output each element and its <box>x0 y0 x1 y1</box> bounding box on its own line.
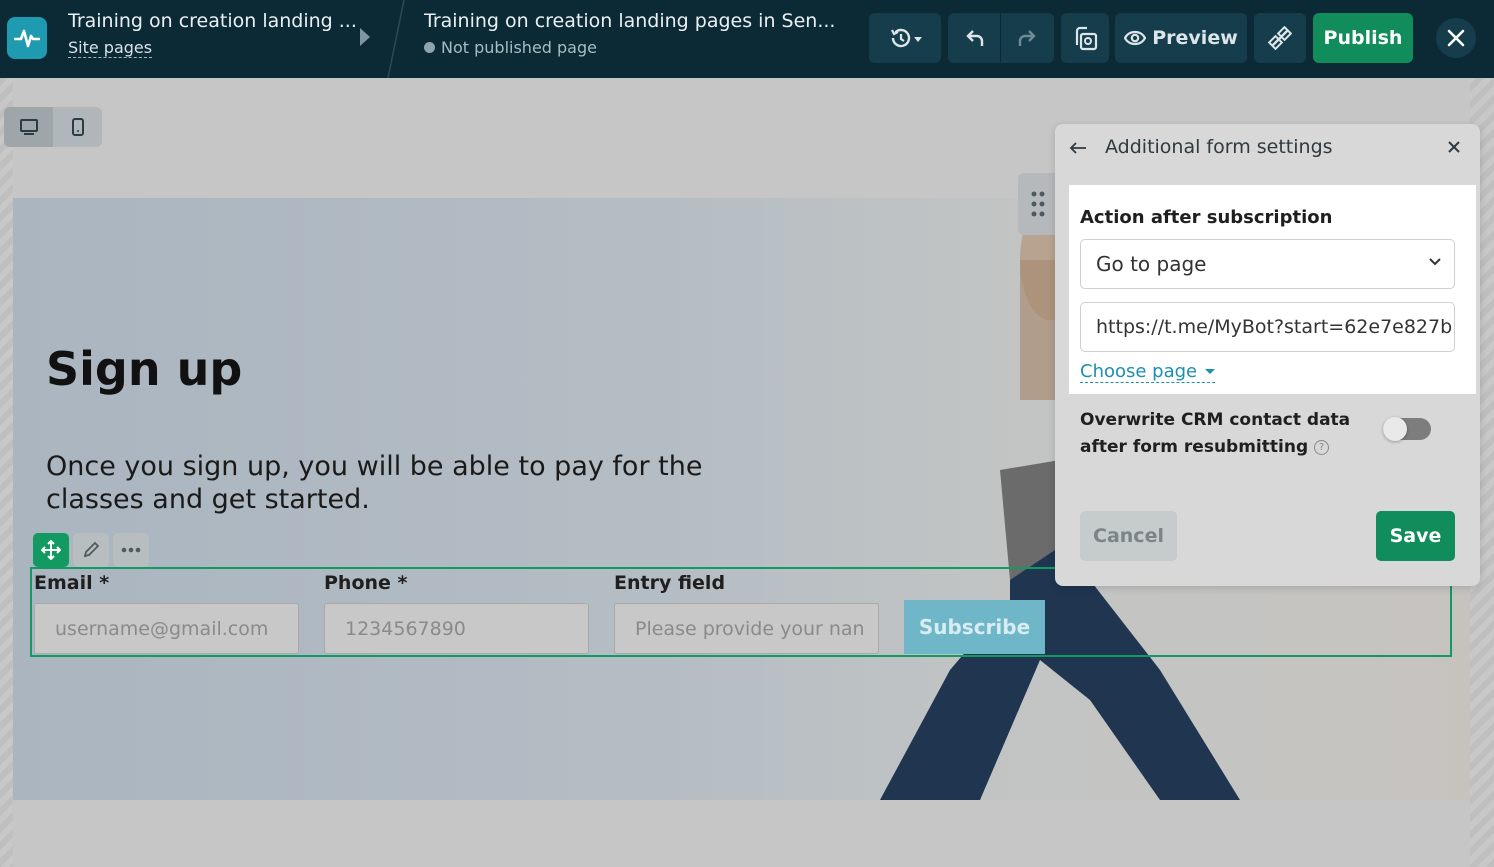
phone-label: Phone * <box>324 572 408 594</box>
publish-button[interactable]: Publish <box>1313 13 1413 63</box>
email-label: Email * <box>34 572 110 594</box>
action-select[interactable]: Go to page <box>1080 239 1455 289</box>
entry-field-label: Entry field <box>614 572 726 594</box>
copy-style-button[interactable] <box>1061 13 1109 63</box>
toggle-knob <box>1383 417 1407 441</box>
save-button[interactable]: Save <box>1376 511 1455 561</box>
overwrite-setting: Overwrite CRM contact data after form re… <box>1080 407 1370 461</box>
history-icon <box>891 28 922 48</box>
copy-style-icon <box>1075 26 1098 51</box>
eye-icon <box>1124 30 1147 46</box>
move-block-button[interactable] <box>33 533 69 567</box>
panel-title: Additional form settings <box>1105 136 1333 158</box>
signup-heading[interactable]: Sign up <box>46 342 242 396</box>
subscribe-button[interactable]: Subscribe <box>904 600 1045 654</box>
overwrite-label: Overwrite CRM contact data after form re… <box>1080 410 1351 457</box>
drag-handle-icon[interactable] <box>1018 173 1058 235</box>
site-title: Training on creation landing ... <box>68 10 357 32</box>
overwrite-toggle[interactable] <box>1383 417 1431 441</box>
action-selected-value: Go to page <box>1096 252 1207 276</box>
undo-icon <box>966 30 984 46</box>
help-icon[interactable]: ? <box>1314 439 1330 455</box>
redo-button[interactable] <box>1001 13 1054 63</box>
app-logo-icon[interactable] <box>7 17 47 59</box>
page-bottom-section <box>13 800 1470 867</box>
caret-down-icon <box>1205 369 1216 374</box>
form-toolbar <box>33 533 149 567</box>
redirect-url-input[interactable]: https://t.me/MyBot?start=62e7e827b <box>1080 302 1455 352</box>
design-tools-button[interactable] <box>1254 13 1306 63</box>
action-after-subscription-label: Action after subscription <box>1080 207 1333 228</box>
page-title: Training on creation landing pages in Se… <box>424 10 836 32</box>
entry-field[interactable]: Please provide your nan <box>614 603 879 654</box>
top-bar: Training on creation landing ... Site pa… <box>0 0 1494 78</box>
more-icon <box>121 547 141 553</box>
preview-button[interactable]: Preview <box>1115 13 1247 63</box>
email-field[interactable]: username@gmail.com <box>34 603 299 654</box>
close-icon <box>1447 29 1465 47</box>
site-breadcrumb: Training on creation landing ... Site pa… <box>68 10 358 58</box>
phone-field[interactable]: 1234567890 <box>324 603 589 654</box>
tools-icon <box>1268 26 1292 50</box>
pencil-icon <box>83 541 100 558</box>
undo-button[interactable] <box>948 13 1000 63</box>
panel-header: Additional form settings <box>1055 124 1480 170</box>
site-pages-link[interactable]: Site pages <box>68 38 153 58</box>
chevron-down-icon <box>1429 258 1441 266</box>
more-options-button[interactable] <box>113 533 149 567</box>
panel-close-icon[interactable] <box>1447 135 1461 159</box>
page-status-text: Not published page <box>441 38 597 57</box>
choose-page-label: Choose page <box>1080 361 1198 382</box>
mobile-view-button[interactable] <box>53 107 102 147</box>
desktop-icon <box>19 119 38 135</box>
history-button[interactable] <box>869 13 941 63</box>
page-breadcrumb: Training on creation landing pages in Se… <box>424 10 844 57</box>
cancel-button[interactable]: Cancel <box>1080 511 1177 561</box>
page-status: Not published page <box>424 38 844 57</box>
close-editor-button[interactable] <box>1436 18 1476 58</box>
desktop-view-button[interactable] <box>4 107 53 147</box>
mobile-icon <box>71 118 84 136</box>
breadcrumb-arrow-icon[interactable] <box>360 28 370 46</box>
choose-page-dropdown[interactable]: Choose page <box>1080 361 1216 383</box>
device-switcher <box>4 107 102 147</box>
status-dot-icon <box>424 42 435 53</box>
signup-description[interactable]: Once you sign up, you will be able to pa… <box>46 450 746 516</box>
back-arrow-icon[interactable] <box>1069 136 1087 160</box>
move-icon <box>41 540 61 560</box>
preview-label: Preview <box>1152 27 1238 49</box>
redo-icon <box>1018 30 1036 46</box>
breadcrumb-divider <box>387 0 405 78</box>
edit-block-button[interactable] <box>73 533 109 567</box>
